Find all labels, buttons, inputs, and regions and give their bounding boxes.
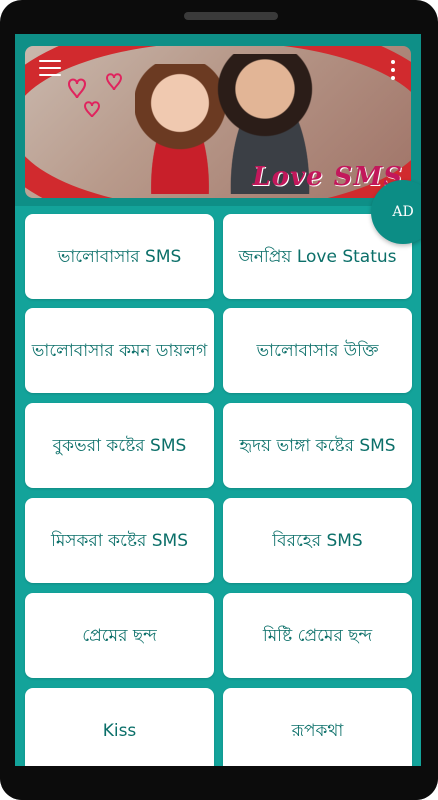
category-card[interactable]: বিরহের SMS	[223, 498, 412, 583]
category-card[interactable]: মিষ্টি প্রেমের ছন্দ	[223, 593, 412, 678]
category-label: হৃদয় ভাঙ্গা কষ্টের SMS	[239, 435, 396, 456]
category-card[interactable]: হৃদয় ভাঙ্গা কষ্টের SMS	[223, 403, 412, 488]
phone-frame: Love SMS AD ভালোবাসার SMS জনপ্রিয় Love …	[0, 0, 438, 800]
category-label: রূপকথা	[291, 720, 344, 741]
category-label: ভালোবাসার কমন ডায়লগ	[31, 340, 208, 361]
banner-woman	[135, 64, 225, 194]
category-card[interactable]: ভালোবাসার কমন ডায়লগ	[25, 308, 214, 393]
category-card[interactable]: রূপকথা	[223, 688, 412, 766]
category-card[interactable]: ভালোবাসার SMS	[25, 214, 214, 299]
speaker-grille	[184, 12, 278, 20]
category-label: মিসকরা কষ্টের SMS	[50, 530, 189, 551]
hearts-icon	[67, 73, 123, 118]
phone-bottom-bezel	[0, 766, 438, 800]
category-card[interactable]: ভালোবাসার উক্তি	[223, 308, 412, 393]
category-card[interactable]: Kiss	[25, 688, 214, 766]
category-label: মিষ্টি প্রেমের ছন্দ	[262, 625, 373, 646]
category-label: বুকভরা কষ্টের SMS	[52, 435, 187, 456]
category-label: Kiss	[102, 720, 137, 741]
category-card[interactable]: বুকভরা কষ্টের SMS	[25, 403, 214, 488]
app-screen: Love SMS AD ভালোবাসার SMS জনপ্রিয় Love …	[15, 34, 421, 766]
category-label: ভালোবাসার SMS	[57, 246, 182, 267]
banner-image: Love SMS	[25, 46, 411, 198]
category-card[interactable]: মিসকরা কষ্টের SMS	[25, 498, 214, 583]
header-area: Love SMS	[15, 34, 421, 206]
category-label: প্রেমের ছন্দ	[82, 625, 157, 646]
category-label: ভালোবাসার উক্তি	[256, 340, 379, 361]
category-label: বিরহের SMS	[272, 530, 363, 551]
more-vertical-icon[interactable]	[391, 60, 397, 82]
hamburger-menu-icon[interactable]	[39, 60, 61, 78]
category-label: জনপ্রিয় Love Status	[238, 246, 397, 267]
category-card[interactable]: প্রেমের ছন্দ	[25, 593, 214, 678]
